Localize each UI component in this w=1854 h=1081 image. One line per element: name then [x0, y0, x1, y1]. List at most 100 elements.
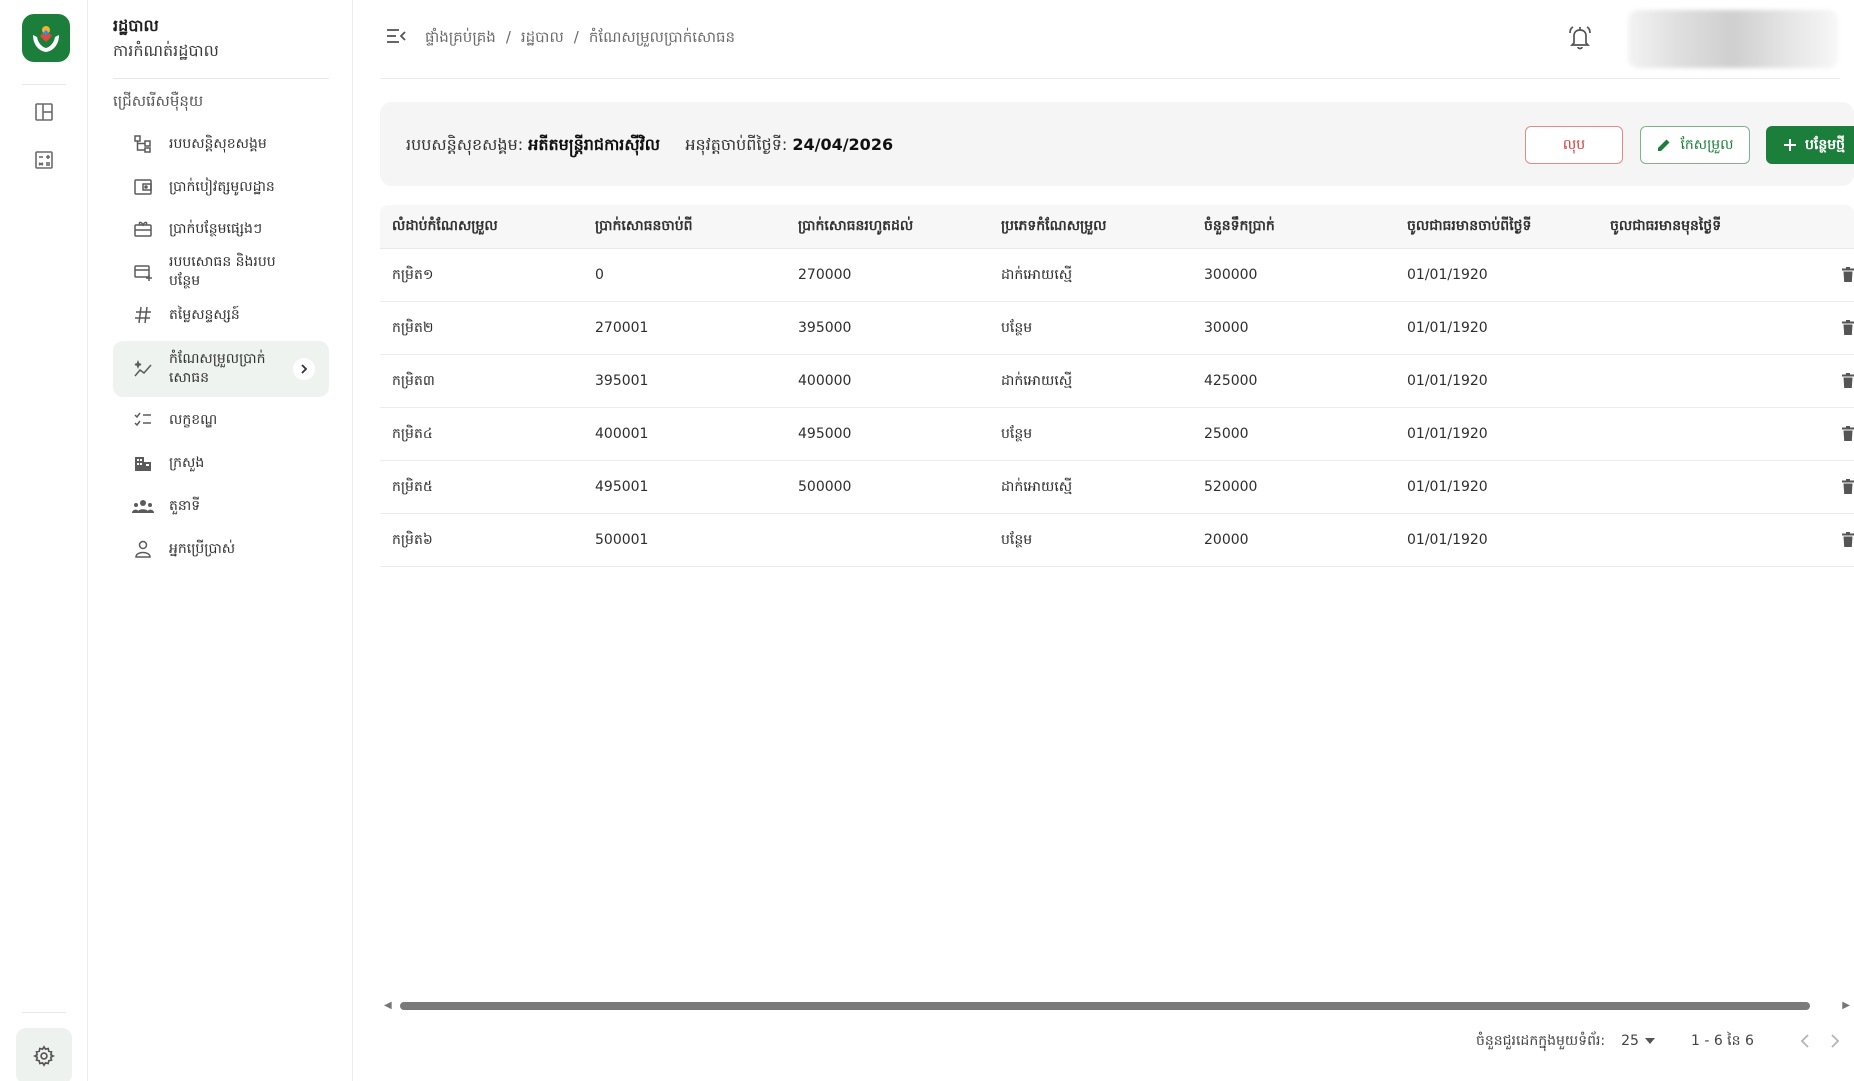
building-icon — [129, 453, 157, 473]
notification-bell-icon[interactable] — [1568, 25, 1592, 55]
column-header[interactable]: ចូលជាធរមានមុនថ្ងៃទី — [1598, 216, 1801, 237]
column-header[interactable]: ប្រាក់សោធនរហូតដល់ — [786, 216, 989, 237]
column-header[interactable]: លំដាប់កំណែសម្រួល — [380, 216, 583, 237]
table-cell: 01/01/1920 — [1407, 320, 1488, 336]
edit-button[interactable]: កែសម្រួល — [1640, 126, 1750, 164]
pencil-icon — [1658, 139, 1670, 151]
sidebar-item-index-value[interactable]: តម្លៃសន្ទស្សន៍ — [113, 295, 329, 335]
sidebar-divider — [113, 78, 329, 79]
calculator-icon[interactable] — [28, 144, 60, 176]
settings-button[interactable] — [16, 1028, 72, 1081]
trash-icon[interactable] — [1842, 532, 1854, 551]
menu-collapse-icon[interactable] — [385, 26, 407, 50]
pagination-range: 1 - 6 នៃ 6 — [1690, 1032, 1754, 1049]
trash-icon[interactable] — [1842, 479, 1854, 498]
sidebar-item-social-security-scheme[interactable]: របបសន្តិសុខសង្គម — [113, 124, 329, 164]
rows-per-page-select[interactable]: 25 — [1621, 1033, 1655, 1049]
sidebar-item-label: កំណែសម្រួលប្រាក់សោធន — [169, 351, 266, 386]
table-cell: 425000 — [1204, 373, 1258, 389]
table-cell: 270001 — [595, 320, 649, 336]
wallet-icon — [129, 177, 157, 197]
app-logo[interactable] — [22, 14, 70, 62]
table-cell: បន្ថែម — [1001, 319, 1033, 336]
next-page-icon[interactable] — [1820, 1034, 1850, 1048]
edit-button-label: កែសម្រួល — [1680, 136, 1734, 153]
scroll-right-arrow-icon[interactable]: ▶ — [1842, 1000, 1850, 1011]
horizontal-scrollbar[interactable]: ◀ ▶ — [380, 998, 1854, 1012]
sidebar-item-other-allowances[interactable]: ប្រាក់បន្ថែមផ្សេងៗ — [113, 209, 329, 249]
breadcrumb-administration[interactable]: រដ្ឋបាល — [521, 28, 564, 50]
table-cell: 01/01/1920 — [1407, 426, 1488, 442]
trash-icon[interactable] — [1842, 320, 1854, 339]
scheme-info: របបសន្តិសុខសង្គម: អតីតមន្ត្រីរាជការស៊ីវិ… — [406, 134, 893, 158]
column-header[interactable]: ចូលជាធរមានចាប់ពីថ្ងៃទី — [1395, 216, 1598, 237]
sidebar-item-ministries[interactable]: ក្រសួង — [113, 443, 329, 483]
scheme-info-card: របបសន្តិសុខសង្គម: អតីតមន្ត្រីរាជការស៊ីវិ… — [380, 102, 1854, 186]
sidebar-item-pension-adjustment[interactable]: កំណែសម្រួលប្រាក់សោធន — [113, 341, 329, 397]
add-new-button[interactable]: បន្ថែមថ្មី — [1766, 126, 1854, 164]
prev-page-icon[interactable] — [1790, 1034, 1820, 1048]
trash-icon[interactable] — [1842, 373, 1854, 392]
table-cell: កម្រិត៥ — [392, 478, 433, 495]
sidebar-item-roles[interactable]: តួនាទី — [113, 486, 329, 526]
delete-button-label: លុប — [1562, 136, 1586, 153]
table-row[interactable]: កម្រិត២ 270001 395000 បន្ថែម 30000 01/01/1920 — [380, 302, 1854, 355]
rail-divider-bottom — [22, 1012, 66, 1013]
sidebar-item-label: លក្ខខណ្ឌ — [169, 411, 218, 428]
sparkle-chart-icon — [129, 359, 157, 379]
table-cell: កម្រិត៦ — [392, 531, 433, 548]
sidebar-item-label: ប្រាក់បន្ថែមផ្សេងៗ — [169, 220, 263, 237]
table-cell: 520000 — [1204, 479, 1258, 495]
table-cell: 495001 — [595, 479, 649, 495]
trash-icon[interactable] — [1842, 267, 1854, 286]
table-cell: 01/01/1920 — [1407, 479, 1488, 495]
sidebar-item-users[interactable]: អ្នកប្រើប្រាស់ — [113, 529, 329, 569]
table-cell: 01/01/1920 — [1407, 373, 1488, 389]
breadcrumb: ផ្ទាំងគ្រប់គ្រង / រដ្ឋបាល / កំណែសម្រួលប្… — [425, 28, 735, 50]
rows-per-page-value: 25 — [1621, 1033, 1639, 1049]
table-cell: កម្រិត៤ — [392, 425, 433, 442]
table-header: លំដាប់កំណែសម្រួល ប្រាក់សោធនចាប់ពី ប្រាក់… — [380, 205, 1854, 249]
group-icon — [129, 496, 157, 516]
column-header[interactable]: ចំនួនទឹកប្រាក់ — [1192, 216, 1395, 237]
sidebar-item-base-salary[interactable]: ប្រាក់បៀវត្សមូលដ្ឋាន — [113, 167, 329, 207]
table-row[interactable]: កម្រិត១ 0 270000 ដាក់អោយស្មើ 300000 01/01/192… — [380, 249, 1854, 302]
chevron-right-icon[interactable] — [293, 358, 315, 380]
table-cell: 300000 — [1204, 267, 1258, 283]
trash-icon[interactable] — [1842, 426, 1854, 445]
rail-divider — [22, 84, 66, 85]
sidebar-item-label: តម្លៃសន្ទស្សន៍ — [169, 306, 240, 323]
table-cell: បន្ថែម — [1001, 531, 1033, 548]
table-row[interactable]: កម្រិត៣ 395001 400000 ដាក់អោយស្មើ 425000 01/0… — [380, 355, 1854, 408]
sidebar-item-label: ប្រាក់បៀវត្សមូលដ្ឋាន — [169, 178, 275, 195]
table-cell: ដាក់អោយស្មើ — [1001, 266, 1073, 283]
table-cell: 30000 — [1204, 320, 1249, 336]
delete-button[interactable]: លុប — [1525, 126, 1623, 164]
scroll-left-arrow-icon[interactable]: ◀ — [384, 1000, 392, 1011]
column-header[interactable]: ប្រភេទកំណែសម្រួល — [989, 216, 1192, 237]
sidebar-item-label: របបសន្តិសុខសង្គម — [169, 135, 267, 152]
hash-icon — [129, 305, 157, 325]
table-cell: 20000 — [1204, 532, 1249, 548]
table-cell: 495000 — [798, 426, 852, 442]
app-subtitle: ការកំណត់រដ្ឋបាល — [113, 41, 219, 60]
table-cell: 400000 — [798, 373, 852, 389]
breadcrumb-dashboard[interactable]: ផ្ទាំងគ្រប់គ្រង — [425, 28, 496, 50]
table-row[interactable]: កម្រិត៦ 500001 បន្ថែម 20000 01/01/1920 — [380, 514, 1854, 567]
column-header[interactable]: ប្រាក់សោធនចាប់ពី — [583, 216, 786, 237]
hierarchy-icon — [129, 134, 157, 154]
scrollbar-thumb[interactable] — [400, 1002, 1810, 1010]
sidebar-item-pension-schemes[interactable]: របបសោធន និងរបបបន្ថែម — [113, 252, 329, 292]
sidebar-item-conditions[interactable]: លក្ខខណ្ឌ — [113, 400, 329, 440]
dashboard-icon[interactable] — [28, 96, 60, 128]
user-profile-blurred[interactable] — [1628, 10, 1838, 68]
gear-icon — [33, 1045, 55, 1067]
card-plus-icon — [129, 262, 157, 282]
caret-down-icon — [1644, 1038, 1655, 1044]
table-cell: 01/01/1920 — [1407, 532, 1488, 548]
table-cell: បន្ថែម — [1001, 425, 1033, 442]
table-row[interactable]: កម្រិត៤ 400001 495000 បន្ថែម 25000 01/01/1920 — [380, 408, 1854, 461]
table-row[interactable]: កម្រិត៥ 495001 500000 ដាក់អោយស្មើ 520000 01/0… — [380, 461, 1854, 514]
nav-sidebar: រដ្ឋបាល ការកំណត់រដ្ឋបាល ជ្រើសរើសម៉ឺនុយ រ… — [88, 0, 353, 1081]
table-cell: ដាក់អោយស្មើ — [1001, 372, 1073, 389]
